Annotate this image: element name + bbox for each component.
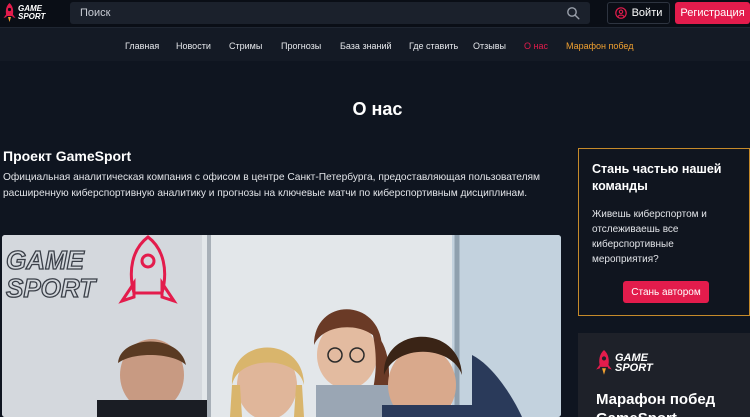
marathon-card[interactable]: GAME SPORT Марафон побед GameSport (578, 333, 750, 417)
section-title: Проект GameSport (3, 148, 132, 164)
wall-logo-text-2: SPORT (6, 273, 97, 303)
search-input[interactable] (70, 2, 550, 24)
main-nav: Главная Новости Стримы Прогнозы База зна… (0, 27, 750, 61)
team-photo-illustration: GAME SPORT (2, 235, 561, 417)
marathon-title: Марафон побед GameSport (596, 391, 716, 417)
nav-item-news[interactable]: Новости (176, 41, 211, 51)
join-team-text: Живешь киберспортом и отслеживаешь все к… (592, 209, 707, 265)
search-bar (70, 2, 590, 24)
nav-item-knowledge-base[interactable]: База знаний (340, 41, 392, 51)
logo-line2: SPORT (18, 12, 46, 21)
team-photo: GAME SPORT (2, 235, 561, 417)
register-button[interactable]: Регистрация (675, 2, 750, 24)
register-label: Регистрация (680, 7, 745, 19)
wall-logo-text-1: GAME (6, 245, 85, 275)
join-team-card: Стань частью нашей команды Живешь киберс… (578, 148, 750, 316)
nav-item-predictions[interactable]: Прогнозы (281, 41, 321, 51)
nav-item-home[interactable]: Главная (125, 41, 159, 51)
user-icon (614, 7, 627, 19)
join-team-title: Стань частью нашей команды (592, 162, 722, 193)
nav-item-streams[interactable]: Стримы (229, 41, 262, 51)
become-author-button[interactable]: Стань автором (623, 281, 709, 303)
login-button[interactable]: Войти (607, 2, 670, 24)
login-label: Войти (631, 7, 663, 19)
section-text: Официальная аналитическая компания с офи… (3, 172, 541, 199)
logo-text: GAME SPORT (18, 5, 45, 21)
header: GAME SPORT Войти Регистрация (0, 0, 750, 27)
marathon-logo-text: GAME SPORT (615, 353, 653, 374)
nav-item-marathon[interactable]: Марафон побед (566, 41, 634, 51)
nav-item-about[interactable]: О нас (524, 41, 548, 51)
logo[interactable]: GAME SPORT (3, 3, 51, 23)
marathon-logo: GAME SPORT (595, 350, 653, 376)
become-author-label: Стань автором (631, 286, 701, 298)
nav-item-reviews[interactable]: Отзывы (473, 41, 506, 51)
marathon-logo-line2: SPORT (615, 362, 653, 374)
search-icon[interactable] (566, 6, 580, 20)
nav-item-where-to-bet[interactable]: Где ставить (409, 41, 458, 51)
rocket-logo-icon (596, 350, 612, 375)
rocket-logo-icon (3, 3, 16, 22)
page-title: О нас (352, 99, 403, 119)
